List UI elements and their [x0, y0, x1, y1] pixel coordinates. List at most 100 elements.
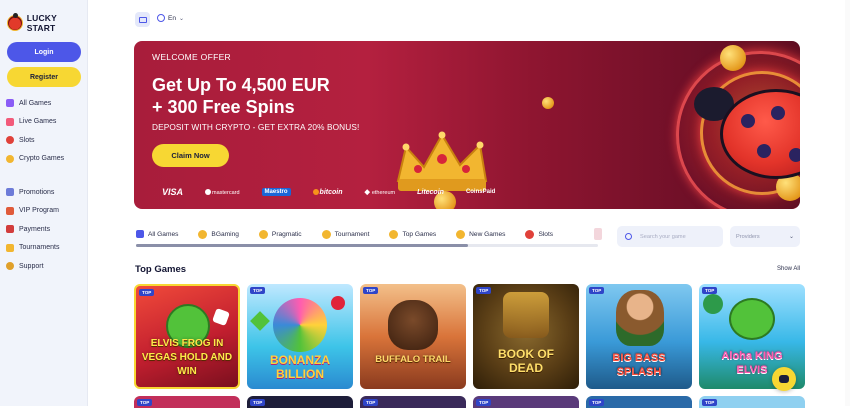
tabs-scrollbar-thumb[interactable]: [136, 244, 468, 247]
search-input[interactable]: [640, 233, 720, 240]
candy-swirl-illustration: [273, 298, 327, 352]
tab-label: Tournament: [334, 230, 370, 238]
section-title: Top Games: [135, 264, 187, 275]
mail-button[interactable]: [135, 12, 150, 27]
banner-headline-line-1: Get Up To 4,500 EUR: [152, 75, 330, 95]
ethereum-label: ethereum: [371, 190, 396, 196]
top-badge: TOP: [476, 287, 492, 294]
pharaoh-illustration: [503, 292, 549, 338]
game-search[interactable]: [617, 226, 723, 247]
tab-all-games[interactable]: All Games: [136, 230, 178, 238]
sidebar-item-label: Live Games: [19, 118, 57, 126]
sidebar-item-label: Crypto Games: [19, 155, 65, 163]
chat-button[interactable]: [772, 367, 796, 391]
game-card[interactable]: TOP: [586, 396, 692, 408]
page-scrollbar[interactable]: [845, 0, 850, 406]
visa-logo: VISA: [162, 187, 184, 197]
ladybug-spot: [757, 144, 771, 158]
top-badge: TOP: [250, 399, 266, 406]
game-card[interactable]: TOP BOOK OF DEAD: [473, 284, 579, 389]
bitcoin-logo: bitcoin: [312, 188, 343, 196]
game-card[interactable]: TOP: [699, 396, 805, 408]
tab-label: BGaming: [211, 230, 239, 238]
maestro-logo: Maestro: [261, 188, 291, 196]
search-icon: [625, 233, 632, 240]
wallet-icon: [6, 225, 14, 234]
ladybug-spot: [741, 114, 755, 128]
tab-overflow-indicator: [594, 228, 602, 240]
sidebar-item-tournaments[interactable]: Tournaments: [6, 239, 86, 258]
top-badge: TOP: [139, 289, 155, 296]
game-card[interactable]: TOP BIG BASS SPLASH: [586, 284, 692, 389]
sidebar-item-support[interactable]: Support: [6, 257, 86, 276]
star-icon: [389, 229, 399, 239]
game-card[interactable]: TOP BONANZA BILLION: [247, 284, 353, 389]
palm-icon: [703, 294, 723, 314]
top-badge: TOP: [702, 287, 718, 294]
sidebar-item-label: Support: [19, 262, 44, 270]
support-icon: [6, 262, 14, 271]
sidebar-nav-secondary: Promotions VIP Program Payments Tourname…: [6, 183, 86, 276]
sidebar-item-label: VIP Program: [19, 207, 59, 215]
top-badge: TOP: [137, 399, 153, 406]
mail-icon: [138, 16, 147, 23]
sidebar-item-vip-program[interactable]: VIP Program: [6, 202, 86, 221]
frog-character-illustration: [729, 298, 775, 340]
game-card[interactable]: TOP BUFFALO TRAIL: [360, 284, 466, 389]
sidebar-item-promotions[interactable]: Promotions: [6, 183, 86, 202]
sidebar-item-crypto-games[interactable]: Crypto Games: [6, 150, 86, 169]
banner-headline-line-2: + 300 Free Spins: [152, 97, 295, 117]
game-card[interactable]: TOP ELVIS FROG IN VEGAS HOLD AND WIN: [134, 284, 240, 389]
game-card[interactable]: TOP: [360, 396, 466, 408]
brand-logo[interactable]: LUCKY START: [7, 13, 87, 33]
providers-dropdown[interactable]: Providers ⌄: [730, 226, 800, 247]
language-selector[interactable]: En ⌄: [157, 14, 184, 22]
welcome-offer-banner[interactable]: WELCOME OFFER Get Up To 4,500 EUR + 300 …: [134, 41, 800, 209]
ethereum-icon: ◆: [364, 189, 370, 196]
claim-now-button[interactable]: Claim Now: [152, 144, 229, 167]
sidebar-item-live-games[interactable]: Live Games: [6, 113, 86, 132]
ladybug-spot: [771, 106, 785, 120]
mastercard-circles-icon: [205, 188, 212, 195]
payment-methods: VISA mastercard Maestro bitcoin ◆ ethere…: [162, 187, 495, 197]
tab-label: Slots: [538, 230, 554, 238]
games-row-2: TOP TOP TOP TOP TOP TOP: [134, 396, 805, 408]
sidebar-item-payments[interactable]: Payments: [6, 220, 86, 239]
login-button[interactable]: Login: [7, 42, 81, 62]
tab-label: Pragmatic: [271, 230, 302, 238]
top-badge: TOP: [589, 399, 605, 406]
tab-new-games[interactable]: New Games: [456, 229, 505, 239]
trophy-icon: [321, 229, 331, 239]
category-tabs: All Games BGaming Pragmatic Tournament T…: [136, 227, 573, 241]
top-games-row: TOP ELVIS FROG IN VEGAS HOLD AND WIN TOP…: [134, 284, 805, 389]
grid-icon: [136, 230, 144, 238]
sidebar-item-slots[interactable]: Slots: [6, 131, 86, 150]
register-button[interactable]: Register: [7, 67, 81, 87]
game-card[interactable]: TOP: [134, 396, 240, 408]
bitcoin-icon: [312, 188, 319, 195]
chevron-down-icon: ⌄: [178, 15, 184, 22]
coin-icon: [6, 154, 14, 163]
game-title: ELVIS FROG IN VEGAS HOLD AND WIN: [141, 338, 233, 377]
game-card[interactable]: TOP: [473, 396, 579, 408]
sidebar-item-all-games[interactable]: All Games: [6, 94, 86, 113]
top-badge: TOP: [363, 287, 379, 294]
tabs-scrollbar[interactable]: [136, 244, 598, 247]
grid-icon: [6, 99, 14, 108]
tab-bgaming[interactable]: BGaming: [198, 229, 239, 239]
sidebar: LUCKY START Login Register All Games Liv…: [0, 0, 88, 406]
provider-icon: [198, 229, 208, 239]
tab-pragmatic[interactable]: Pragmatic: [258, 229, 302, 239]
bitcoin-label: bitcoin: [319, 188, 343, 196]
sidebar-nav-primary: All Games Live Games Slots Crypto Games: [6, 94, 86, 168]
tab-slots[interactable]: Slots: [525, 229, 554, 239]
tab-tournament[interactable]: Tournament: [321, 229, 370, 239]
show-all-link[interactable]: Show All: [777, 266, 800, 272]
game-card[interactable]: TOP: [247, 396, 353, 408]
gem-icon: [250, 311, 270, 331]
mastercard-logo: mastercard: [205, 188, 240, 196]
tab-top-games[interactable]: Top Games: [389, 229, 436, 239]
sidebar-item-label: Payments: [19, 225, 51, 233]
crown-icon: [6, 206, 14, 215]
cherry-icon: [6, 136, 14, 145]
